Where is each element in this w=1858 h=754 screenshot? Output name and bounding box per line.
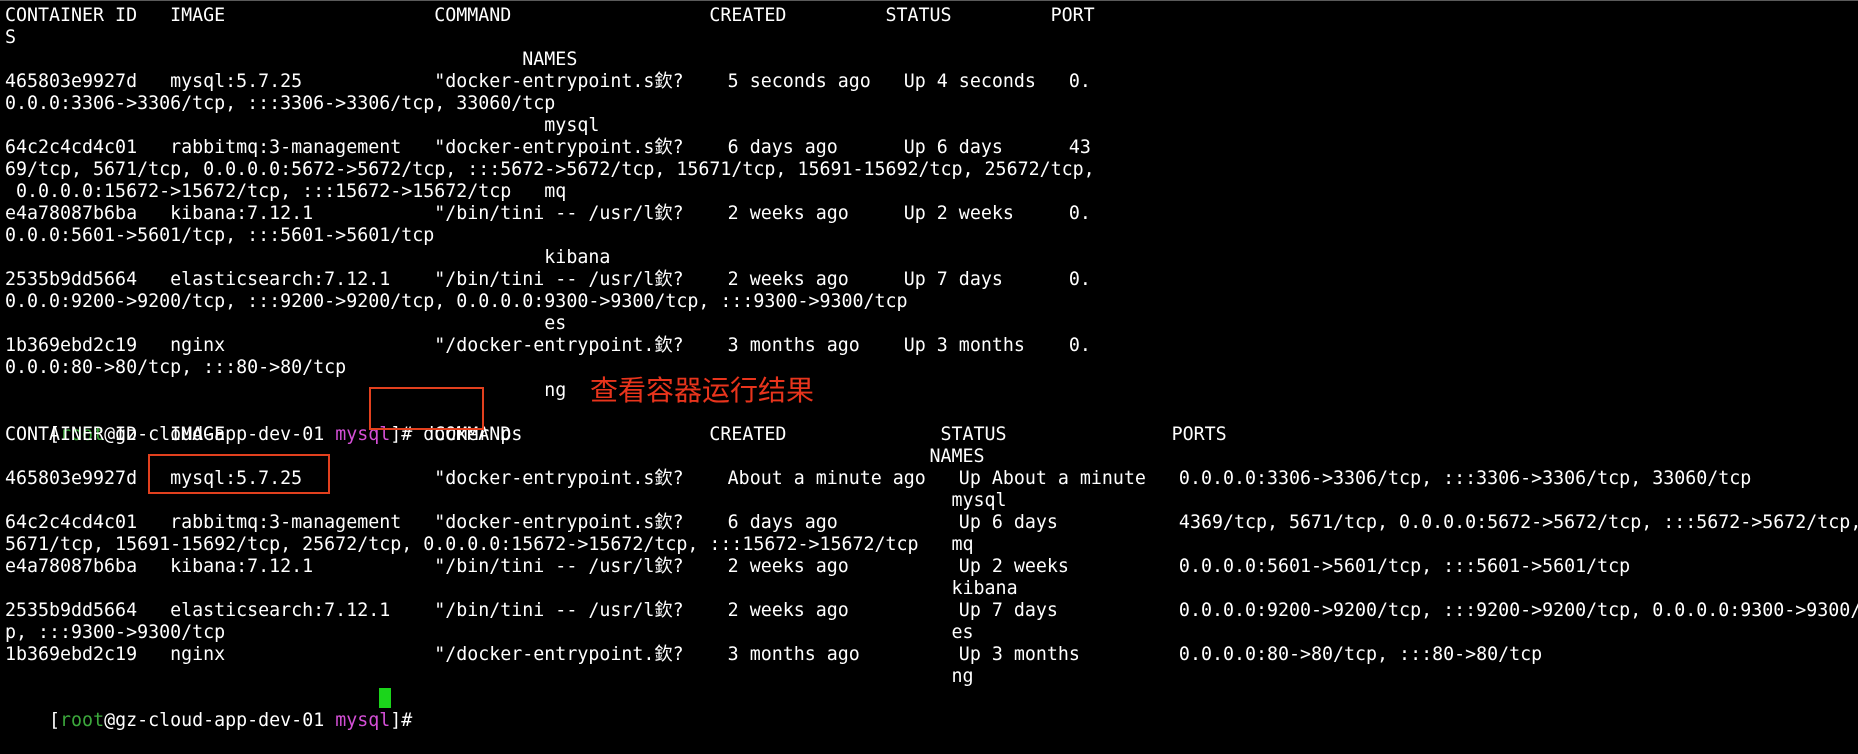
terminal-line: 1b369ebd2c19 nginx "/docker-entrypoint.欽…	[5, 335, 1091, 356]
terminal-line: 0.0.0:9200->9200/tcp, :::9200->9200/tcp,…	[5, 291, 908, 312]
prompt-user: root	[60, 710, 105, 731]
terminal-line: 465803e9927d mysql:5.7.25 "docker-entryp…	[5, 71, 1091, 92]
terminal-line: kibana	[5, 247, 611, 268]
terminal-line: 0.0.0:3306->3306/tcp, :::3306->3306/tcp,…	[5, 93, 556, 114]
shell-prompt-current[interactable]: [root@gz-cloud-app-dev-01 mysql]#	[5, 688, 412, 754]
terminal-line: 64c2c4cd4c01 rabbitmq:3-management "dock…	[5, 137, 1091, 158]
terminal-line: 64c2c4cd4c01 rabbitmq:3-management "dock…	[5, 512, 1858, 533]
terminal-line: 0.0.0:80->80/tcp, :::80->80/tcp	[5, 357, 347, 378]
terminal-line: S	[5, 27, 17, 48]
annotation-label: 查看容器运行结果	[590, 374, 815, 407]
terminal-line: CONTAINER ID IMAGE COMMAND CREATED STATU…	[5, 5, 1095, 26]
terminal-line: mysql	[5, 115, 600, 136]
prompt-open-bracket: [	[49, 710, 61, 731]
terminal-line: 1b369ebd2c19 nginx "/docker-entrypoint.欽…	[5, 644, 1543, 665]
terminal-line: kibana	[5, 578, 1018, 599]
terminal-line: 2535b9dd5664 elasticsearch:7.12.1 "/bin/…	[5, 269, 1091, 290]
terminal-line: e4a78087b6ba kibana:7.12.1 "/bin/tini --…	[5, 203, 1091, 224]
terminal-line: 2535b9dd5664 elasticsearch:7.12.1 "/bin/…	[5, 600, 1858, 621]
terminal-line: ng	[5, 666, 974, 687]
terminal-line: CONTAINER ID IMAGE COMMAND CREATED STATU…	[5, 424, 1227, 445]
highlight-command-box	[369, 387, 484, 430]
terminal-line: 5671/tcp, 15691-15692/tcp, 25672/tcp, 0.…	[5, 534, 974, 555]
terminal-window[interactable]: CONTAINER ID IMAGE COMMAND CREATED STATU…	[0, 0, 1858, 731]
highlight-image-box	[148, 454, 330, 494]
prompt-close: ]#	[390, 710, 413, 731]
terminal-line: NAMES	[5, 49, 578, 70]
terminal-line: e4a78087b6ba kibana:7.12.1 "/bin/tini --…	[5, 556, 1631, 577]
text-cursor	[379, 688, 391, 708]
prompt-dir: mysql	[335, 710, 391, 731]
terminal-line: 69/tcp, 5671/tcp, 0.0.0.0:5672->5672/tcp…	[5, 159, 1095, 180]
terminal-line: p, :::9300->9300/tcp es	[5, 622, 974, 643]
terminal-line: 0.0.0:5601->5601/tcp, :::5601->5601/tcp	[5, 225, 435, 246]
terminal-line: 0.0.0.0:15672->15672/tcp, :::15672->1567…	[5, 181, 567, 202]
prompt-host: @gz-cloud-app-dev-01	[104, 710, 325, 731]
terminal-line: es	[5, 313, 567, 334]
